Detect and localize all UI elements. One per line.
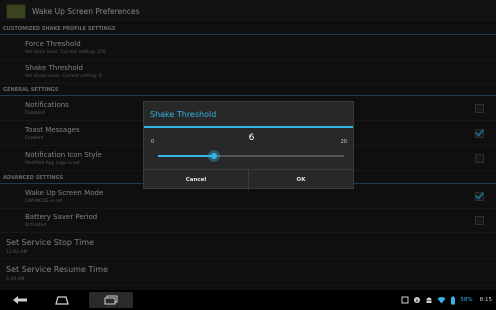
recent-apps-icon [104,295,118,305]
back-button[interactable] [5,292,35,308]
slider-max-label: 20 [340,139,347,145]
cancel-button[interactable]: Cancel [144,170,248,190]
battery-icon [451,296,456,304]
navigation-bar: 58% 8:15 [0,290,496,310]
slider-thumb[interactable] [207,150,220,162]
battery-percent: 58% [460,297,473,303]
info-icon [414,297,421,303]
clock: 8:15 [479,297,492,303]
screenshot-icon [401,296,409,304]
threshold-slider[interactable] [158,150,344,162]
dialog-title-divider [144,126,353,128]
status-area[interactable]: 58% 8:15 [401,290,492,310]
wifi-icon [437,296,446,304]
back-icon [13,296,27,304]
slider-min-label: 0 [151,139,155,145]
slider-fill [158,155,214,157]
ok-button[interactable]: OK [248,170,353,190]
shake-threshold-dialog: Shake Threshold 6 0 20 Cancel OK [143,101,354,190]
home-icon [55,296,69,305]
dialog-current-value: 6 [248,133,255,143]
recent-apps-button[interactable] [89,292,133,308]
dialog-title: Shake Threshold [150,110,217,119]
android-icon [426,297,432,303]
home-button[interactable] [47,292,77,308]
dialog-button-bar: Cancel OK [144,169,353,190]
